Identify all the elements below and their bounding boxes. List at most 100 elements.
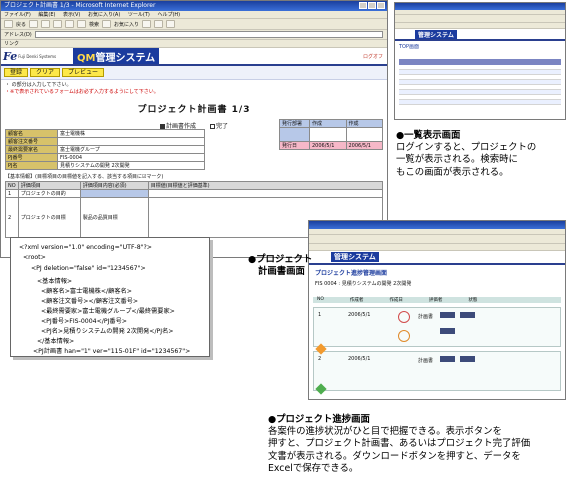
preview-button[interactable]: プレビュー bbox=[62, 68, 105, 77]
approval-stamp-label bbox=[279, 127, 310, 142]
label-pj-name: PJ名 bbox=[5, 161, 58, 170]
menu-tools[interactable]: ツール(T) bbox=[128, 12, 150, 18]
status-stamp-icon bbox=[398, 330, 410, 342]
refresh-icon[interactable] bbox=[53, 20, 63, 28]
address-input[interactable] bbox=[34, 31, 383, 38]
app-header: Fe Fuji Denki Systems QM管理システム ログオフ bbox=[1, 48, 387, 66]
progress-row-no: 1 bbox=[318, 312, 322, 318]
mail-icon[interactable] bbox=[154, 20, 164, 28]
xml-line: <?xml version="1.0" encoding="UTF-8"?> bbox=[19, 244, 152, 251]
row1-content[interactable] bbox=[79, 189, 149, 198]
row2-item: プロジェクトの目標 bbox=[17, 197, 81, 238]
maximize-button[interactable] bbox=[368, 2, 376, 9]
view-button[interactable] bbox=[440, 328, 455, 334]
value-customer[interactable]: 富士電機株 bbox=[57, 129, 205, 138]
xml-output-panel: <?xml version="1.0" encoding="UTF-8"?> <… bbox=[10, 237, 210, 357]
progress-caption-line: 各案件の進捗状況がひと目で把握できる。表示ボタンを bbox=[268, 426, 502, 438]
download-button[interactable] bbox=[460, 356, 475, 362]
label-pj-no: PJ番号 bbox=[5, 153, 58, 162]
value-pj-no[interactable]: FIS-0004 bbox=[57, 153, 205, 162]
row1-no: 1 bbox=[5, 189, 19, 198]
label-order-no: 顧客注文番号 bbox=[5, 137, 58, 146]
progress-row-action: 計画書 bbox=[418, 358, 434, 364]
customer-info-table: 顧客名 富士電機株 顧客注文番号 最終需要家名 富士電機グループ PJ番号 FIS-0… bbox=[5, 129, 205, 170]
xml-line: <顧客名>富士電機株</顧客名> bbox=[41, 288, 132, 295]
stop-icon[interactable] bbox=[41, 20, 51, 28]
list-caption-line: 一覧が表示される。検索時に bbox=[396, 154, 518, 166]
progress-toolbar bbox=[309, 235, 565, 244]
progress-caption-title: ●プロジェクト進捗画面 bbox=[268, 414, 370, 425]
minimize-button[interactable] bbox=[359, 2, 367, 9]
label-customer: 顧客名 bbox=[5, 129, 58, 138]
menu-view[interactable]: 表示(V) bbox=[63, 12, 80, 18]
approval-head-1: 発行部署 bbox=[279, 119, 310, 128]
search-label[interactable]: 検索 bbox=[89, 21, 99, 28]
plan-caption-line-1: ●プロジェクト bbox=[248, 254, 313, 265]
progress-project-header: FIS 0004 : 見積りシステムの開発 2次開発 bbox=[315, 281, 412, 287]
menu-edit[interactable]: 編集(E) bbox=[38, 12, 55, 18]
approval-stamp-1 bbox=[309, 127, 347, 142]
search-icon[interactable] bbox=[77, 20, 87, 28]
xml-line: <最終需要家>富士電機グループ</最終需要家> bbox=[41, 308, 175, 315]
menu-file[interactable]: ファイル(F) bbox=[4, 12, 31, 18]
value-order-no[interactable] bbox=[57, 137, 205, 146]
progress-row-no: 2 bbox=[318, 356, 322, 362]
system-name-prefix: QM bbox=[77, 52, 96, 64]
checkbox-unchecked-icon[interactable] bbox=[209, 124, 215, 129]
approval-stamp-2 bbox=[345, 127, 383, 142]
links-label[interactable]: リンク bbox=[4, 41, 19, 47]
register-button[interactable]: 登録 bbox=[4, 68, 29, 77]
progress-table-header: NO 作成者 作成日 評価者 状態 bbox=[313, 297, 561, 303]
approval-head-3: 作成 bbox=[345, 119, 383, 128]
list-page-title: TOP画面 bbox=[399, 44, 420, 50]
progress-row-date: 2006/5/1 bbox=[348, 312, 371, 318]
approval-date-label: 発行日 bbox=[279, 141, 310, 150]
clear-button[interactable]: クリア bbox=[30, 68, 61, 77]
xml-line: </基本情報> bbox=[37, 338, 75, 345]
view-button[interactable] bbox=[440, 312, 455, 318]
progress-col-date: 作成日 bbox=[389, 298, 403, 303]
label-end-user: 最終需要家名 bbox=[5, 145, 58, 154]
back-label[interactable]: 戻る bbox=[16, 21, 26, 28]
logoff-link[interactable]: ログオフ bbox=[363, 53, 383, 60]
value-pj-name[interactable]: 見積りシステムの開発 2次開発 bbox=[57, 161, 205, 170]
history-icon[interactable] bbox=[142, 20, 152, 28]
plan-screen-caption: ●プロジェクト 計画書画面 bbox=[248, 254, 312, 278]
approval-head-2: 作成 bbox=[309, 119, 347, 128]
row1-target[interactable] bbox=[147, 189, 384, 198]
approval-table: 発行部署 作成 作成 発行日 2006/5/1 2006/5/1 bbox=[279, 119, 383, 150]
address-bar: アドレス(D) bbox=[1, 30, 387, 40]
menu-help[interactable]: ヘルプ(H) bbox=[157, 12, 180, 18]
menu-favorites[interactable]: お気に入り(A) bbox=[88, 12, 120, 18]
col-item: 評価項目 bbox=[17, 181, 81, 190]
download-button[interactable] bbox=[460, 312, 475, 318]
basic-info-section-label: 【基本情報】(目標項目の目標値を記入する、該当する項目に☑マーク) bbox=[5, 174, 164, 180]
print-icon[interactable] bbox=[166, 20, 176, 28]
favorites-label[interactable]: お気に入り bbox=[114, 21, 139, 28]
row1-item: プロジェクトの目的 bbox=[17, 189, 81, 198]
progress-screen-caption: ●プロジェクト進捗画面 各案件の進捗状況がひと目で把握できる。表示ボタンを 押す… bbox=[268, 414, 530, 475]
check-complete[interactable]: 完了 bbox=[209, 123, 228, 130]
progress-caption-line: 押すと、プロジェクト計画書、あるいはプロジェクト完了評価 bbox=[268, 438, 531, 450]
list-item[interactable] bbox=[399, 100, 561, 105]
forward-arrow-icon[interactable] bbox=[29, 20, 39, 28]
col-target: 目標値(目標値と評価基準) bbox=[147, 181, 384, 190]
list-caption-title: ●一覧表示画面 bbox=[396, 130, 461, 141]
col-no: NO bbox=[5, 181, 19, 190]
progress-col-reviewer: 評価者 bbox=[428, 298, 443, 303]
view-button[interactable] bbox=[440, 356, 455, 362]
back-arrow-icon[interactable] bbox=[4, 20, 13, 28]
company-logo: Fe Fuji Denki Systems bbox=[3, 49, 56, 63]
list-caption-line: もこの画面が表示される。 bbox=[396, 166, 509, 178]
list-screen-caption: ●一覧表示画面 ログインすると、プロジェクトの 一覧が表示される。検索時に もこ… bbox=[396, 130, 536, 179]
progress-browser-window: 管理システム プロジェクト進捗管理画面 FIS 0004 : 見積りシステムの開… bbox=[308, 220, 566, 400]
home-icon[interactable] bbox=[65, 20, 75, 28]
favorites-icon[interactable] bbox=[102, 20, 112, 28]
project-list bbox=[399, 59, 561, 105]
close-button[interactable] bbox=[377, 2, 385, 9]
xml-line: <PJ番号>FIS-0004</PJ番号> bbox=[41, 318, 127, 325]
row2-no: 2 bbox=[5, 197, 19, 238]
xml-line: <PJ名>見積りシステムの開発 2次開発</PJ名> bbox=[41, 328, 174, 335]
value-end-user[interactable]: 富士電機グループ bbox=[57, 145, 205, 154]
progress-col-author: 作成者 bbox=[349, 298, 364, 303]
